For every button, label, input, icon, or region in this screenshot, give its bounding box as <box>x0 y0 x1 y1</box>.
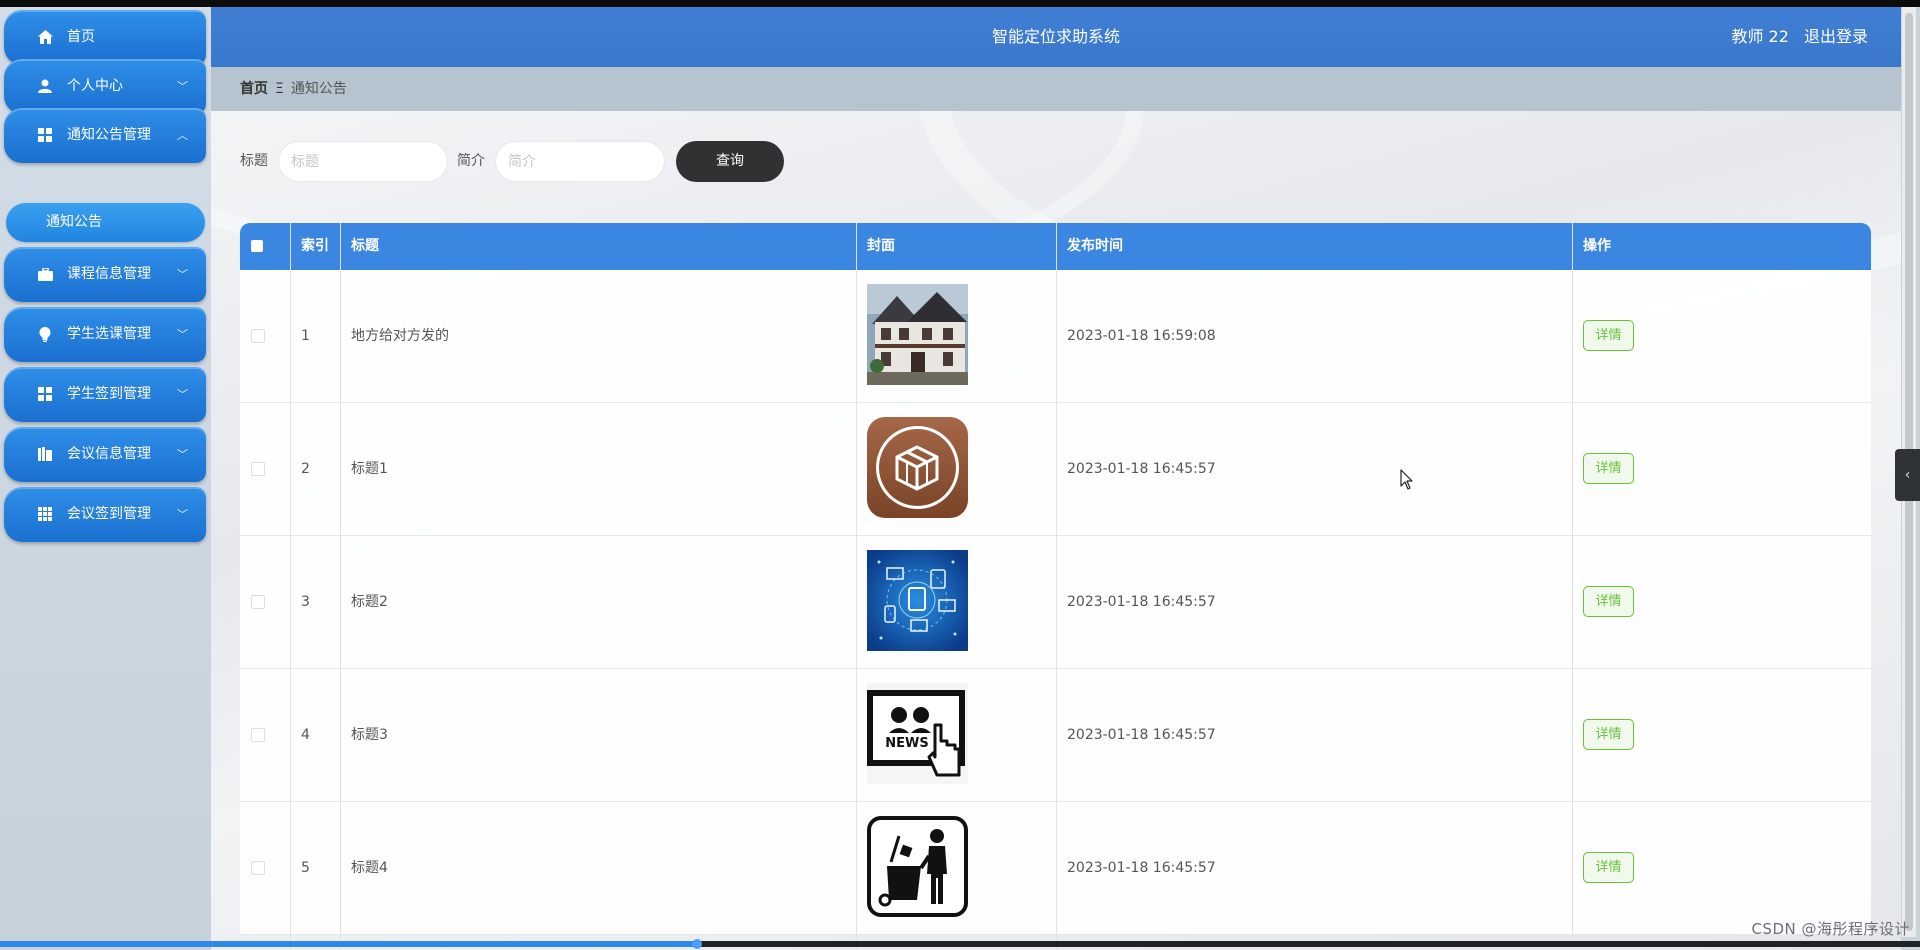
intro-search-label: 简介 <box>457 153 485 169</box>
sidebar-item-label: 学生签到管理 <box>67 386 151 402</box>
title-search-input[interactable] <box>278 141 448 182</box>
sidebar-subitem-label: 通知公告 <box>46 214 102 230</box>
sidebar-item-meeting-checkin[interactable]: 会议签到管理 ﹀ <box>4 487 206 542</box>
sidebar-item-home[interactable]: 首页 <box>4 10 206 65</box>
chevron-down-icon: ﹀ <box>177 388 188 401</box>
cover-image <box>867 550 968 651</box>
row-publish-time: 2023-01-18 16:59:08 <box>1067 328 1216 344</box>
sidebar-item-label: 通知公告管理 <box>67 127 151 143</box>
svg-text:NEWS: NEWS <box>885 736 928 751</box>
video-progress-knob[interactable] <box>692 939 702 949</box>
app-title: 智能定位求助系统 <box>991 27 1120 46</box>
row-publish-time: 2023-01-18 16:45:57 <box>1067 461 1216 477</box>
detail-button[interactable]: 详情 <box>1583 586 1634 617</box>
row-index: 5 <box>301 860 310 876</box>
apps-icon <box>37 506 53 522</box>
breadcrumb-home[interactable]: 首页 <box>240 81 268 97</box>
column-divider <box>1056 223 1057 950</box>
row-checkbox[interactable] <box>251 462 265 476</box>
column-header-time: 发布时间 <box>1067 238 1123 254</box>
cover-image <box>867 816 968 917</box>
row-checkbox[interactable] <box>251 595 265 609</box>
sidebar-item-notice-management[interactable]: 通知公告管理 ︿ <box>4 108 206 163</box>
breadcrumb: 首页 Ξ 通知公告 <box>240 67 347 111</box>
sidebar-item-label: 会议签到管理 <box>67 506 151 522</box>
row-title: 标题4 <box>351 860 388 876</box>
sidebar-item-course-selection[interactable]: 学生选课管理 ﹀ <box>4 307 206 362</box>
video-progress-fill <box>0 941 697 947</box>
cover-image <box>867 284 968 385</box>
mouse-cursor-icon <box>1400 469 1413 490</box>
detail-button[interactable]: 详情 <box>1583 719 1634 750</box>
column-divider <box>340 223 341 950</box>
sidebar: 首页 个人中心 ﹀ 通知公告管理 ︿ 通知公告 课程信息管理 ﹀ 学生选课管理 … <box>0 7 211 950</box>
column-divider <box>1572 223 1573 950</box>
sidebar-item-label: 会议信息管理 <box>67 446 151 462</box>
detail-button[interactable]: 详情 <box>1583 320 1634 351</box>
top-strip <box>0 0 1920 7</box>
breadcrumb-current: 通知公告 <box>290 81 347 97</box>
select-all-checkbox[interactable] <box>251 240 263 252</box>
sidebar-item-label: 学生选课管理 <box>67 326 151 342</box>
query-button[interactable]: 查询 <box>676 141 784 182</box>
sidebar-subitem-notice[interactable]: 通知公告 <box>6 203 205 242</box>
row-title: 地方给对方发的 <box>351 328 449 344</box>
row-title: 标题2 <box>351 594 388 610</box>
cover-image: NEWS <box>867 683 968 784</box>
breadcrumb-separator: Ξ <box>275 81 284 97</box>
column-header-action: 操作 <box>1583 238 1611 254</box>
chevron-down-icon: ﹀ <box>177 328 188 341</box>
notice-table: 索引 标题 封面 发布时间 操作 1 地方给对方发的 2023-01-18 16… <box>240 223 1871 950</box>
detail-button[interactable]: 详情 <box>1583 852 1634 883</box>
column-divider <box>290 223 291 950</box>
user-name: 教师 22 <box>1731 27 1789 46</box>
grid-icon <box>37 386 53 402</box>
sidebar-item-profile[interactable]: 个人中心 ﹀ <box>4 59 206 114</box>
breadcrumb-bar: 首页 Ξ 通知公告 <box>211 67 1901 111</box>
column-divider <box>856 223 857 950</box>
user-icon <box>37 78 53 94</box>
row-checkbox[interactable] <box>251 329 265 343</box>
book-icon <box>37 446 53 462</box>
sidebar-item-label: 个人中心 <box>67 78 123 94</box>
row-index: 4 <box>301 727 310 743</box>
chevron-down-icon: ﹀ <box>177 80 188 93</box>
sidebar-item-course-management[interactable]: 课程信息管理 ﹀ <box>4 247 206 302</box>
detail-button[interactable]: 详情 <box>1583 453 1634 484</box>
cover-image <box>867 417 968 518</box>
row-index: 3 <box>301 594 310 610</box>
row-index: 1 <box>301 328 310 344</box>
title-search-label: 标题 <box>240 153 268 169</box>
sidebar-item-student-checkin[interactable]: 学生签到管理 ﹀ <box>4 367 206 422</box>
panel-toggle-button[interactable]: ‹ <box>1895 449 1920 501</box>
watermark: CSDN @海彤程序设计 <box>1751 920 1910 938</box>
intro-search-input[interactable] <box>495 141 665 182</box>
briefcase-icon <box>37 266 53 282</box>
row-title: 标题1 <box>351 461 388 477</box>
sidebar-item-label: 首页 <box>67 29 95 45</box>
chevron-down-icon: ﹀ <box>177 448 188 461</box>
user-area: 教师 22 退出登录 <box>1731 7 1868 67</box>
row-publish-time: 2023-01-18 16:45:57 <box>1067 860 1216 876</box>
sidebar-item-label: 课程信息管理 <box>67 266 151 282</box>
sidebar-item-meeting-management[interactable]: 会议信息管理 ﹀ <box>4 427 206 482</box>
bulb-icon <box>37 326 53 342</box>
chevron-up-icon: ︿ <box>177 129 188 142</box>
row-checkbox[interactable] <box>251 861 265 875</box>
logout-button[interactable]: 退出登录 <box>1804 27 1868 46</box>
grid-icon <box>37 127 53 143</box>
column-header-cover: 封面 <box>867 238 895 254</box>
app-screen: 首页 个人中心 ﹀ 通知公告管理 ︿ 通知公告 课程信息管理 ﹀ 学生选课管理 … <box>0 0 1920 950</box>
home-icon <box>37 29 53 45</box>
chevron-down-icon: ﹀ <box>177 268 188 281</box>
top-header: 智能定位求助系统 教师 22 退出登录 <box>211 7 1901 67</box>
column-header-index: 索引 <box>301 238 329 254</box>
row-publish-time: 2023-01-18 16:45:57 <box>1067 727 1216 743</box>
row-index: 2 <box>301 461 310 477</box>
row-checkbox[interactable] <box>251 728 265 742</box>
row-title: 标题3 <box>351 727 388 743</box>
column-header-title: 标题 <box>351 238 379 254</box>
row-publish-time: 2023-01-18 16:45:57 <box>1067 594 1216 610</box>
chevron-down-icon: ﹀ <box>177 508 188 521</box>
